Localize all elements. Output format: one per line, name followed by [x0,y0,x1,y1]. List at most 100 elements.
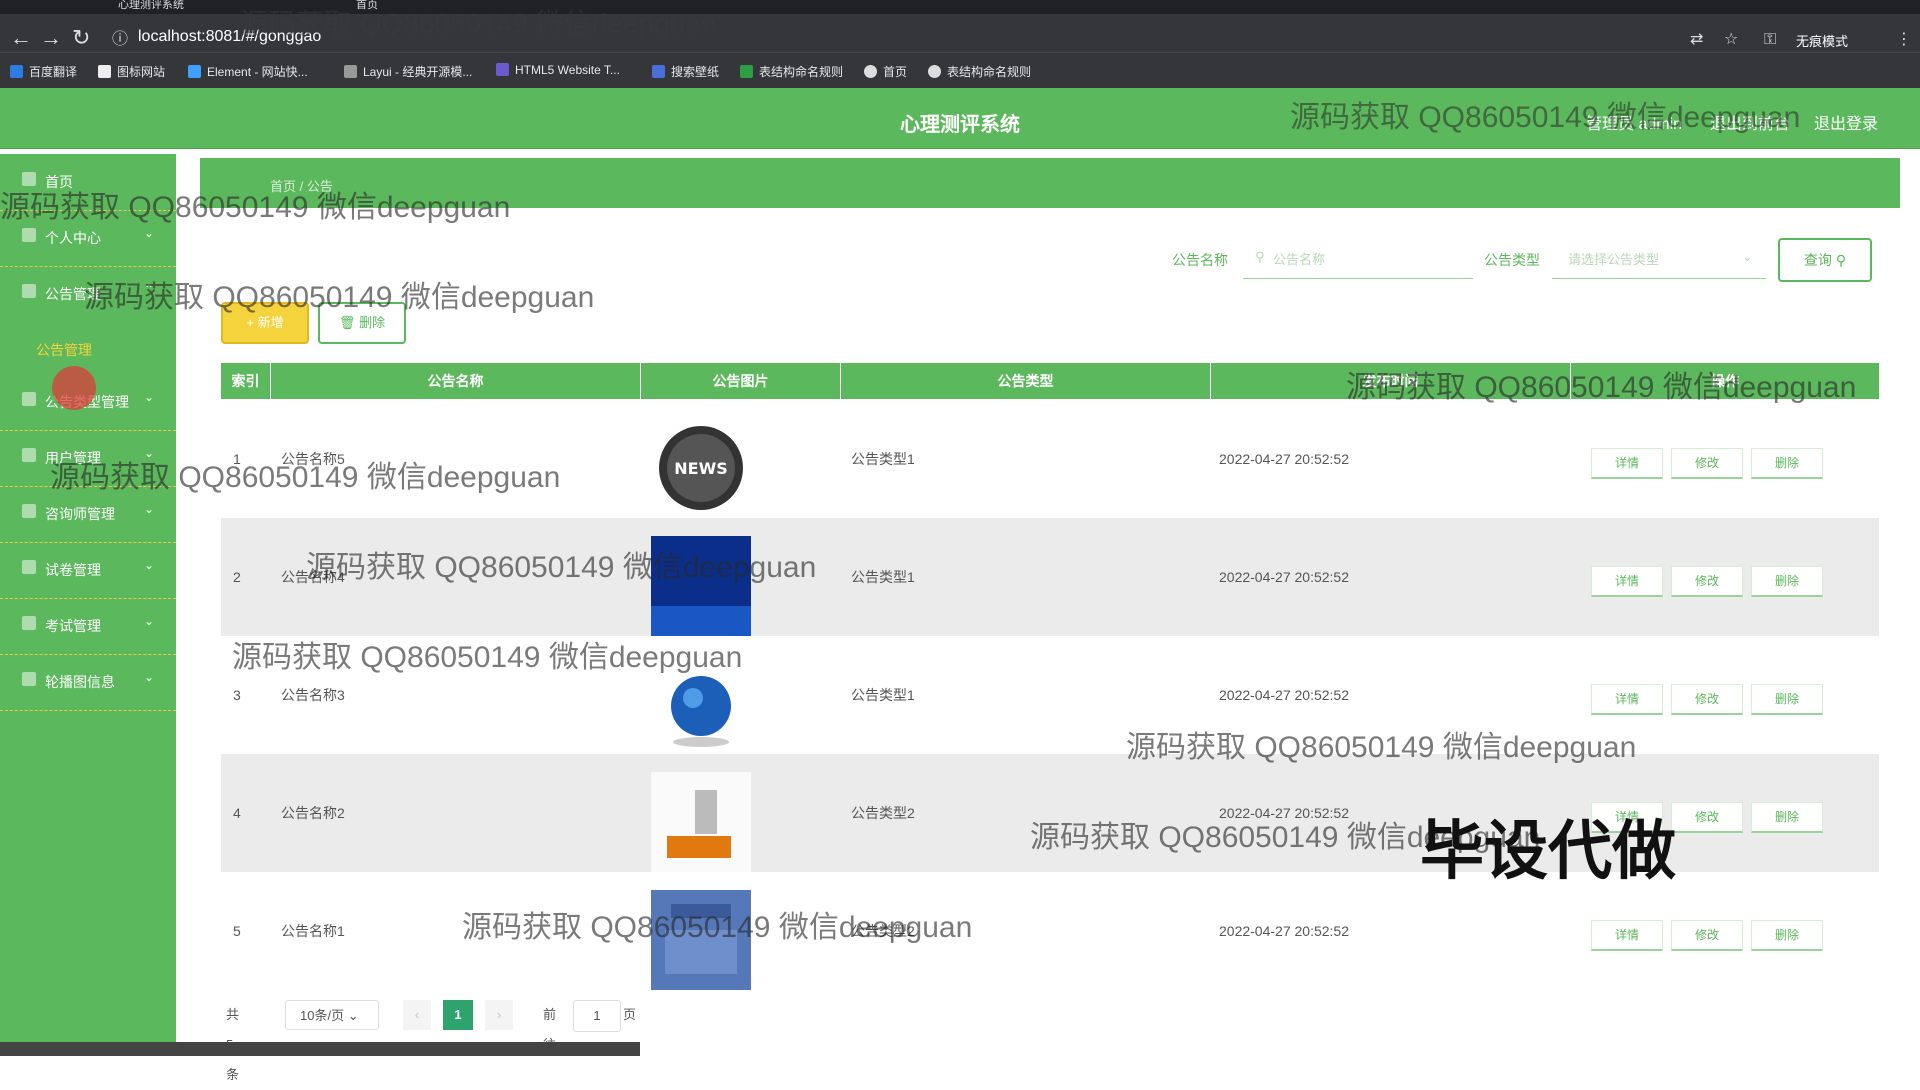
goto-label: 前往 [543,1007,557,1052]
bookmark-item[interactable]: HTML5 Website T... [496,63,620,77]
cell-name: 公告名称1 [281,923,345,939]
horizontal-scrollbar[interactable] [0,1042,640,1056]
bookmark-icon [928,65,941,78]
delete-button[interactable]: 删除 [1751,684,1823,715]
add-button[interactable]: + 新增 [221,302,309,344]
cell-type: 公告类型1 [851,451,915,467]
cell-name: 公告名称3 [281,687,345,703]
delete-button[interactable]: 删除 [1751,802,1823,833]
sidebar-item-home[interactable]: 首页 [0,154,176,211]
query-button[interactable]: 查询 ⚲ [1778,238,1872,282]
sidebar: 首页 个人中心⌄ 公告管理⌃ 公告管理 公告类型管理⌄ 用户管理⌄ 咨询师管理⌄… [0,154,176,1056]
back-icon[interactable]: ← [10,26,32,50]
announcement-icon [22,284,36,298]
edit-button[interactable]: 修改 [1671,684,1743,715]
type-select[interactable]: 请选择公告类型 ⌄ [1552,238,1766,279]
cell-type: 公告类型1 [851,687,915,703]
incognito-badge[interactable]: 无痕模式 [1796,30,1848,54]
sidebar-item-announcement[interactable]: 公告管理 ⌃ [0,266,176,322]
browser-tab[interactable]: 心理测评系统 [118,0,184,14]
sidebar-subitem-announcement-manage[interactable]: 公告管理 [0,322,176,374]
bookmark-icon [98,65,111,78]
sidebar-item-profile[interactable]: 个人中心 ⌄ [0,210,176,267]
back-to-front-link[interactable]: 退出到前台 [1710,110,1790,134]
bookmark-item[interactable]: 表结构命名规则 [740,63,843,80]
edit-button[interactable]: 修改 [1671,566,1743,597]
column-header[interactable]: 索引 [221,363,271,399]
chevron-down-icon: ⌄ [1742,249,1753,264]
bookmark-icon [496,63,509,76]
column-header[interactable]: 发布时间 [1211,363,1571,399]
column-header[interactable]: 操作 [1571,363,1879,399]
trash-icon: 🗑 [338,315,356,330]
cell-type: 公告类型2 [851,805,915,821]
star-icon[interactable]: ☆ [1724,28,1738,52]
sidebar-item-papers[interactable]: 试卷管理 ⌄ [0,542,176,599]
page-button[interactable]: 1 [443,1000,473,1030]
detail-button[interactable]: 详情 [1591,802,1663,833]
chevron-down-icon: ⌄ [144,670,155,684]
name-search-input[interactable]: ⚲ 公告名称 [1243,238,1473,279]
bookmark-icon [10,65,23,78]
table-row: 3 公告名称3 公告类型1 2022-04-27 20:52:52 详情 修改 … [221,636,1879,754]
logout-link[interactable]: 退出登录 [1814,110,1878,134]
info-icon: ⓘ [112,31,129,48]
detail-button[interactable]: 详情 [1591,920,1663,951]
news-globe-icon: NEWS [651,418,751,518]
cell-name: 公告名称5 [281,451,345,467]
address-bar[interactable]: localhost:8081/#/gonggao [138,28,321,46]
table-header: 索引 公告名称 公告图片 公告类型 发布时间 操作 [221,363,1879,399]
translate-icon[interactable]: ⇄ [1690,28,1703,52]
table-row: 5 公告名称1 公告类型2 2022-04-27 20:52:52 详情 修改 … [221,872,1879,990]
edit-button[interactable]: 修改 [1671,920,1743,951]
chevron-down-icon: ⌄ [144,502,155,516]
forward-icon[interactable]: → [40,26,62,50]
news-earth-icon [651,654,751,754]
sidebar-item-counselors[interactable]: 咨询师管理 ⌄ [0,486,176,543]
bookmark-item[interactable]: 百度翻译 [10,63,77,80]
browser-tab[interactable]: 首页 [356,0,378,14]
bookmark-item[interactable]: Layui - 经典开源模... [344,63,472,80]
exam-icon [22,616,36,630]
column-header[interactable]: 公告名称 [271,363,641,399]
delete-button[interactable]: 删除 [1751,920,1823,951]
bookmark-item[interactable]: 首页 [864,63,907,80]
cell-time: 2022-04-27 20:52:52 [1219,805,1349,821]
counselor-icon [22,504,36,518]
bookmarks-bar: 百度翻译 图标网站 Element - 网站快... Layui - 经典开源模… [0,52,1920,89]
detail-button[interactable]: 详情 [1591,448,1663,479]
edit-button[interactable]: 修改 [1671,802,1743,833]
detail-button[interactable]: 详情 [1591,684,1663,715]
sidebar-item-users[interactable]: 用户管理 ⌄ [0,430,176,487]
bookmark-item[interactable]: 搜索壁纸 [652,63,719,80]
delete-button[interactable]: 删除 [1751,448,1823,479]
menu-icon[interactable]: ⋮ [1896,28,1912,52]
key-icon[interactable]: ⚿ [1764,28,1776,52]
page-size-select[interactable]: 10条/页 ⌄ [285,1000,379,1030]
bookmark-icon [652,65,665,78]
bookmark-icon [740,65,753,78]
news-3d-text [651,772,751,872]
bookmark-item[interactable]: 表结构命名规则 [928,63,1031,80]
edit-button[interactable]: 修改 [1671,448,1743,479]
shizheng-news-banner [651,536,751,636]
prev-page-button[interactable]: ‹ [403,1000,431,1030]
cell-time: 2022-04-27 20:52:52 [1219,451,1349,467]
next-page-button[interactable]: › [485,1000,513,1030]
sidebar-item-exams[interactable]: 考试管理 ⌄ [0,598,176,655]
goto-page-input[interactable]: 1 [573,1000,621,1032]
bookmark-item[interactable]: Element - 网站快... [188,63,308,80]
search-icon: ⚲ [1835,252,1847,268]
bookmark-item[interactable]: 图标网站 [98,63,165,80]
sidebar-item-carousel[interactable]: 轮播图信息 ⌄ [0,654,176,711]
reload-icon[interactable]: ↻ [72,26,90,50]
page-suffix: 页 [623,1007,637,1022]
batch-delete-button[interactable]: 🗑 删除 [318,302,406,344]
delete-button[interactable]: 删除 [1751,566,1823,597]
column-header[interactable]: 公告图片 [641,363,841,399]
bookmark-icon [864,65,877,78]
cell-time: 2022-04-27 20:52:52 [1219,687,1349,703]
detail-button[interactable]: 详情 [1591,566,1663,597]
cursor-highlight [52,366,96,410]
column-header[interactable]: 公告类型 [841,363,1211,399]
